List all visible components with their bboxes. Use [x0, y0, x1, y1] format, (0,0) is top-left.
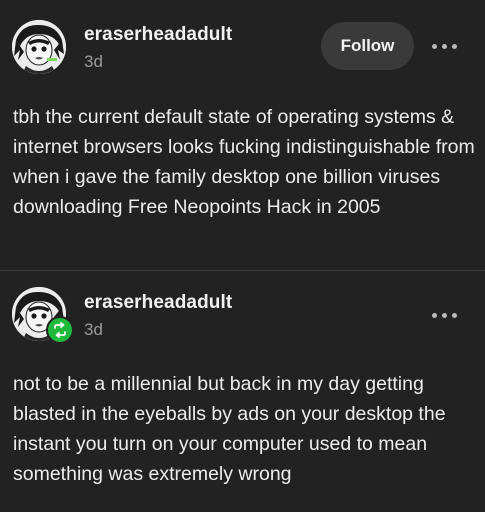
ellipsis-icon: [429, 43, 459, 49]
avatar[interactable]: [12, 20, 66, 74]
avatar-illustration-icon: [12, 20, 66, 74]
timestamp[interactable]: 3d: [84, 52, 103, 72]
timestamp[interactable]: 3d: [84, 320, 103, 340]
post-text: not to be a millennial but back in my da…: [13, 373, 446, 485]
reblog-icon: [54, 322, 66, 338]
post-reblog: eraserheadadult 3d not to be a millennia…: [0, 271, 485, 512]
ellipsis-icon: [429, 312, 459, 318]
more-options-button[interactable]: [424, 295, 464, 335]
more-options-button[interactable]: [424, 26, 464, 66]
username[interactable]: eraserheadadult: [84, 24, 232, 46]
username[interactable]: eraserheadadult: [84, 292, 232, 314]
reblog-badge: [46, 316, 74, 344]
post-original: eraserheadadult 3d Follow tbh the curren…: [0, 0, 485, 270]
follow-button[interactable]: Follow: [321, 22, 414, 70]
post-text: tbh the current default state of operati…: [13, 106, 475, 218]
